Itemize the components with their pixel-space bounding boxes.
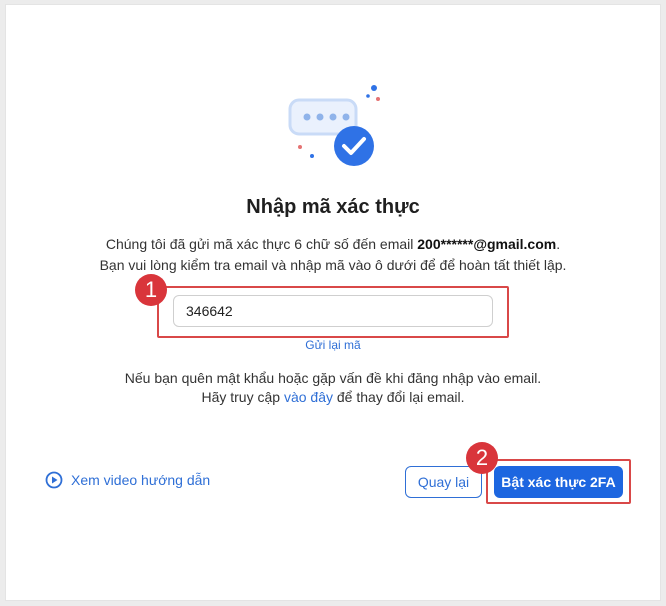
help-prefix: Hãy truy cập xyxy=(201,389,284,405)
play-circle-icon xyxy=(45,471,63,489)
masked-email: 200******@gmail.com xyxy=(417,236,557,252)
watch-video-label: Xem video hướng dẫn xyxy=(71,472,211,488)
description-line-2: Bạn vui lòng kiểm tra email và nhập mã v… xyxy=(99,257,567,273)
description-line-1: Chúng tôi đã gửi mã xác thực 6 chữ số đế… xyxy=(0,236,666,252)
otp-verified-icon xyxy=(288,85,380,166)
back-button[interactable]: Quay lại xyxy=(405,466,482,498)
step-2-badge: 2 xyxy=(466,442,498,474)
step-1-badge: 1 xyxy=(135,274,167,306)
help-line-1: Nếu bạn quên mật khẩu hoặc gặp vấn đề kh… xyxy=(124,370,542,386)
help-line-2: Hãy truy cập vào đây để thay đổi lại ema… xyxy=(0,389,666,405)
change-email-link[interactable]: vào đây xyxy=(284,389,333,405)
enable-2fa-button[interactable]: Bật xác thực 2FA xyxy=(494,466,623,498)
dialog-title: Nhập mã xác thực xyxy=(246,196,420,218)
watch-video-link[interactable]: Xem video hướng dẫn xyxy=(45,471,210,489)
description-suffix: . xyxy=(556,236,561,252)
resend-code-link[interactable]: Gửi lại mã xyxy=(0,338,666,352)
verification-code-input[interactable] xyxy=(173,295,493,327)
description-prefix: Chúng tôi đã gửi mã xác thực 6 chữ số đế… xyxy=(105,236,418,252)
help-suffix: để thay đổi lại email. xyxy=(333,389,465,405)
